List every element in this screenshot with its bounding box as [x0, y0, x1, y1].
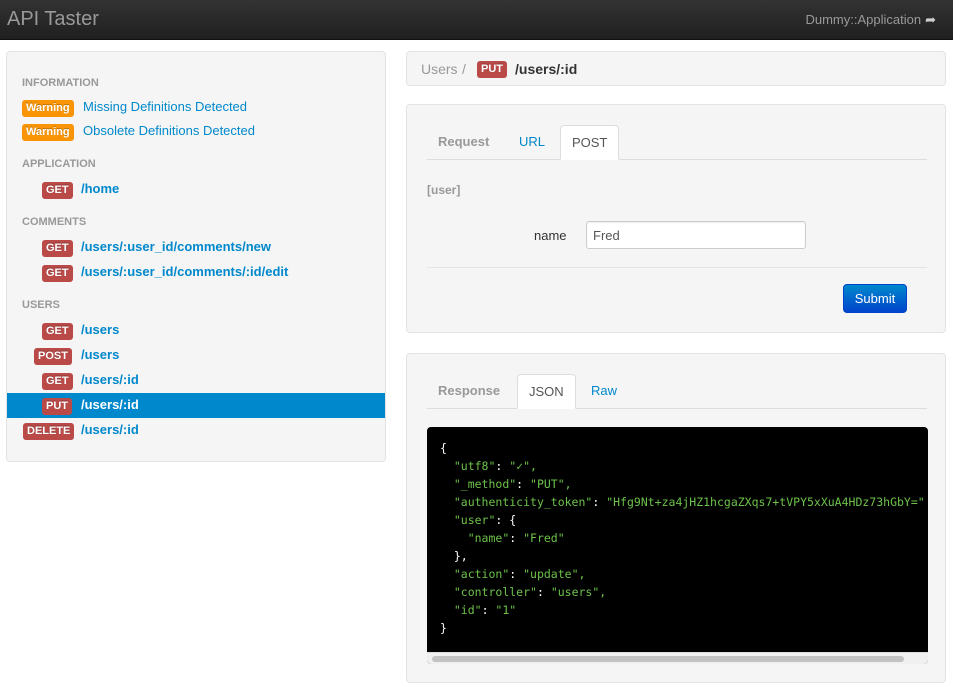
warning-badge: Warning — [22, 124, 74, 141]
tab-url[interactable]: URL — [508, 125, 556, 160]
json-key: "_method" — [453, 477, 517, 491]
method-badge: GET — [42, 182, 73, 199]
json-value: "update", — [523, 567, 586, 581]
response-tabs: Response JSON Raw — [427, 374, 927, 409]
json-key: "utf8" — [453, 459, 496, 473]
json-value: { — [509, 513, 517, 527]
json-key: "action" — [453, 567, 510, 581]
json-value: "1" — [495, 603, 517, 617]
json-value: "PUT", — [530, 477, 572, 491]
route-path: /users — [81, 322, 120, 337]
warning-badge: Warning — [22, 100, 74, 117]
sidebar-item-get-user[interactable]: GET /users/:id — [7, 368, 385, 393]
json-key: "name" — [467, 531, 510, 545]
breadcrumb: Users / PUT /users/:id — [406, 51, 946, 86]
tab-post[interactable]: POST — [560, 125, 620, 160]
submit-button[interactable]: Submit — [843, 284, 907, 313]
breadcrumb-separator: / — [462, 61, 466, 77]
sidebar-item-get-comments-edit[interactable]: GET /users/:user_id/comments/:id/edit — [7, 260, 385, 285]
tab-request: Request — [438, 134, 490, 149]
json-line: { — [440, 441, 447, 455]
method-badge: POST — [34, 348, 72, 365]
tab-raw[interactable]: Raw — [580, 374, 628, 409]
missing-definitions-link[interactable]: Missing Definitions Detected — [83, 99, 247, 114]
top-navbar: API Taster Dummy::Application ➦ — [0, 0, 953, 40]
horizontal-scrollbar[interactable] — [427, 652, 928, 664]
json-value: "users", — [550, 585, 607, 599]
name-field-label: name — [534, 228, 567, 243]
obsolete-definitions-link[interactable]: Obsolete Definitions Detected — [83, 123, 255, 138]
json-line: }, — [453, 549, 468, 563]
sidebar-item-get-users[interactable]: GET /users — [7, 318, 385, 343]
sidebar: INFORMATION Warning Missing Definitions … — [6, 51, 386, 462]
nav-header-application: APPLICATION — [22, 158, 96, 170]
json-line: } — [440, 621, 447, 635]
route-path: /users/:id — [81, 372, 139, 387]
json-response-content: { "utf8": "✓", "_method": "PUT", "authen… — [440, 441, 925, 635]
json-key: "authenticity_token" — [453, 495, 593, 509]
sidebar-item-get-comments-new[interactable]: GET /users/:user_id/comments/new — [7, 235, 385, 260]
nav-header-users: USERS — [22, 299, 60, 311]
tab-response: Response — [438, 383, 501, 398]
json-key: "controller" — [453, 585, 537, 599]
brand-title[interactable]: API Taster — [7, 8, 99, 31]
route-path: /users/:user_id/comments/:id/edit — [81, 264, 289, 279]
form-legend: [user] — [427, 183, 461, 197]
sidebar-item-put-user[interactable]: PUT /users/:id — [7, 393, 385, 418]
application-link[interactable]: Dummy::Application ➦ — [805, 12, 936, 28]
response-panel: Response JSON Raw { "utf8": "✓", "_metho… — [406, 353, 946, 683]
request-panel: Request URL POST [user] name Submit — [406, 104, 946, 333]
json-response-viewer[interactable]: { "utf8": "✓", "_method": "PUT", "authen… — [427, 427, 928, 664]
form-divider — [427, 267, 927, 268]
breadcrumb-users-link[interactable]: Users — [421, 61, 458, 77]
route-path: /home — [81, 181, 120, 196]
route-path: /users/:user_id/comments/new — [81, 239, 272, 254]
nav-header-information: INFORMATION — [22, 77, 99, 89]
tab-json[interactable]: JSON — [517, 374, 576, 409]
sidebar-item-get-home[interactable]: GET /home — [7, 177, 385, 202]
method-badge: DELETE — [23, 423, 75, 440]
method-badge: GET — [42, 373, 73, 390]
method-badge: GET — [42, 323, 73, 340]
sidebar-item-missing-definitions[interactable]: Warning Missing Definitions Detected — [7, 95, 385, 120]
json-value: "Fred" — [523, 531, 565, 545]
json-value: "Hfg9Nt+za4jHZ1hcgaZXqs7+tVPY5xXuA4HDz73… — [606, 495, 925, 509]
request-tabs: Request URL POST — [427, 125, 927, 160]
scrollbar-thumb[interactable] — [432, 656, 904, 662]
method-badge: PUT — [42, 398, 72, 415]
json-key: "id" — [453, 603, 482, 617]
route-path: /users — [81, 347, 120, 362]
json-value: "✓", — [509, 459, 537, 473]
sidebar-item-delete-user[interactable]: DELETE /users/:id — [7, 418, 385, 443]
method-badge: GET — [42, 240, 73, 257]
share-arrow-icon: ➦ — [925, 12, 936, 27]
application-link-label: Dummy::Application — [805, 12, 922, 27]
route-path: /users/:id — [81, 397, 139, 412]
json-key: "user" — [453, 513, 496, 527]
name-field[interactable] — [586, 221, 806, 249]
nav-header-comments: COMMENTS — [22, 216, 87, 228]
breadcrumb-current-path: /users/:id — [515, 61, 578, 77]
breadcrumb-method-badge: PUT — [477, 61, 507, 78]
method-badge: GET — [42, 265, 73, 282]
sidebar-item-post-users[interactable]: POST /users — [7, 343, 385, 368]
route-path: /users/:id — [81, 422, 139, 437]
sidebar-item-obsolete-definitions[interactable]: Warning Obsolete Definitions Detected — [7, 119, 385, 144]
